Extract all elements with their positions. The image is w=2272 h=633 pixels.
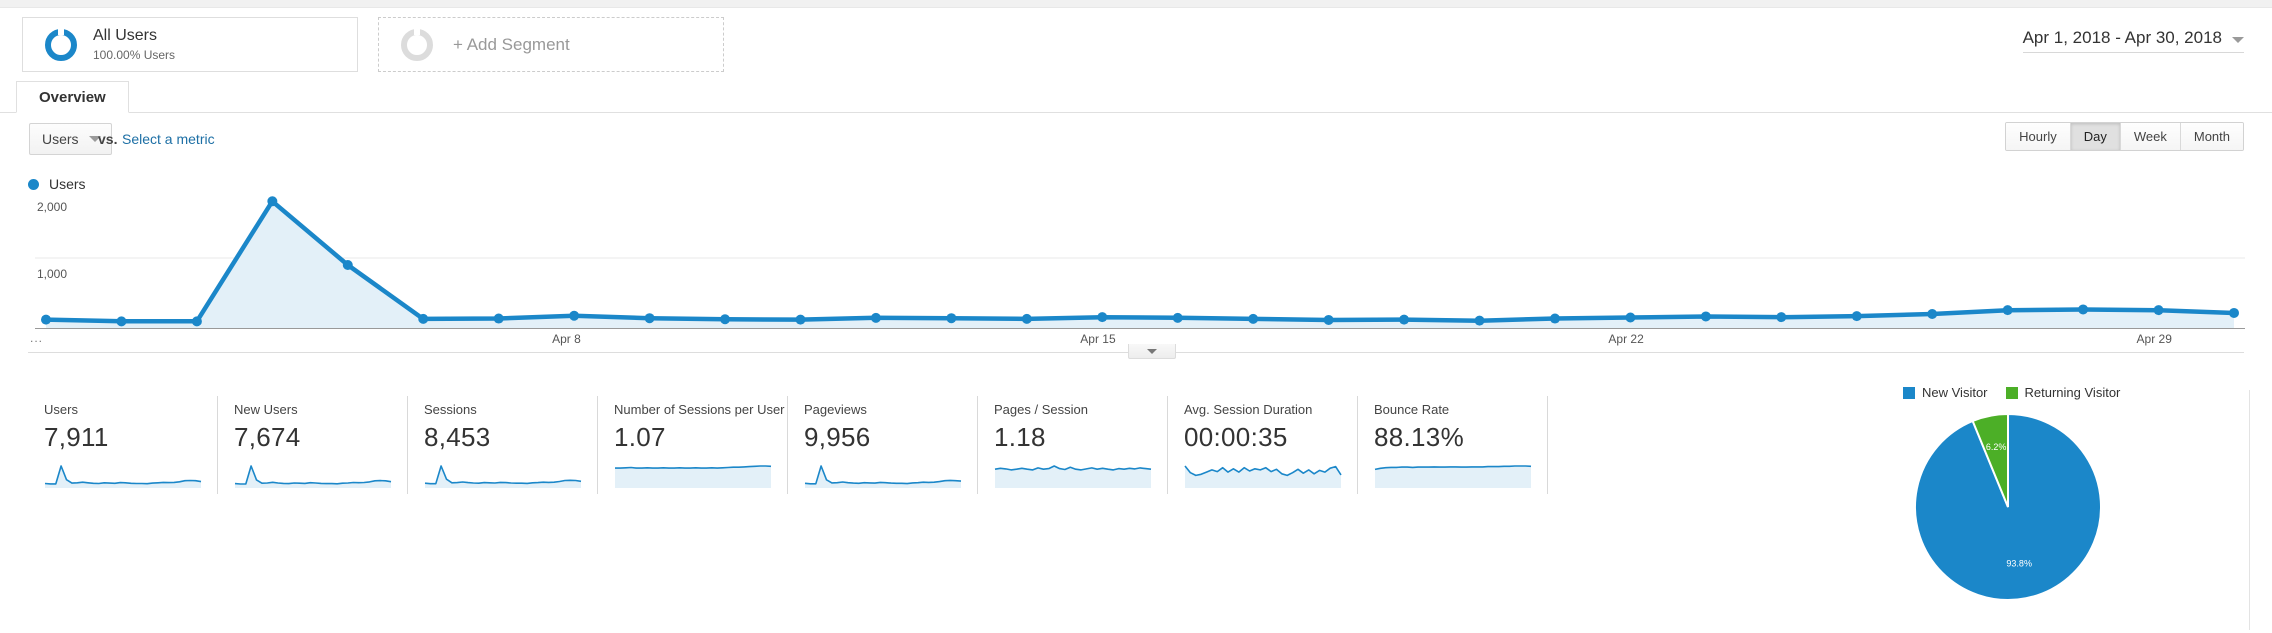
segment-bar: All Users 100.00% Users + Add Segment Ap…: [0, 8, 2272, 81]
granularity-month-label: Month: [2193, 129, 2230, 144]
metric-card-sparkline: [1184, 465, 1342, 488]
donut-icon: [45, 28, 77, 61]
users-timeseries-svg: [35, 196, 2245, 328]
x-axis-tick-apr15: Apr 15: [1080, 332, 1116, 346]
add-segment-button[interactable]: + Add Segment: [378, 17, 724, 72]
tab-bar: Overview: [0, 81, 2272, 113]
metric-card-label: Sessions: [424, 402, 477, 417]
chart-legend-label: Users: [49, 176, 86, 192]
segment-subtitle: 100.00% Users: [93, 48, 176, 63]
granularity-week[interactable]: Week: [2120, 123, 2181, 150]
donut-empty-icon: [401, 28, 433, 61]
metric-card-value: 88.13%: [1374, 422, 1464, 452]
pie-legend-swatch-new: [1903, 386, 1915, 399]
chevron-down-icon: [2232, 37, 2244, 43]
date-range-label: Apr 1, 2018 - Apr 30, 2018: [2022, 28, 2222, 47]
segment-title: All Users: [93, 26, 158, 44]
pie-slice-label: 6.2%: [1986, 442, 2007, 452]
metric-card[interactable]: Pages / Session 1.18: [978, 396, 1168, 494]
chart-legend: Users: [28, 176, 86, 192]
y-axis-tick-1000: 1,000: [37, 267, 68, 281]
chevron-down-icon: [1147, 348, 1157, 354]
pie-chart-legend: New Visitor Returning Visitor: [1903, 385, 2130, 400]
legend-color-dot: [28, 178, 39, 190]
x-axis-tick-apr29: Apr 29: [2136, 332, 2172, 346]
pie-legend-returning-visitor[interactable]: Returning Visitor: [2005, 385, 2121, 400]
primary-metric-label: Users: [42, 131, 79, 147]
x-axis-tick-apr8: Apr 8: [552, 332, 581, 346]
metric-card-value: 1.18: [994, 422, 1046, 452]
metric-card-label: Pages / Session: [994, 402, 1088, 417]
chart-axis-line: [35, 328, 2245, 329]
metric-card[interactable]: Pageviews 9,956: [788, 396, 978, 494]
metric-selector-row: Users vs. Select a metric Hourly Day Wee…: [0, 113, 2272, 155]
metric-card-sparkline: [44, 465, 202, 488]
metric-card-sparkline: [424, 465, 582, 488]
pie-legend-label-returning: Returning Visitor: [2024, 385, 2121, 400]
metric-card[interactable]: Sessions 8,453: [408, 396, 598, 494]
metric-card-sparkline: [1374, 465, 1532, 488]
pie-legend-swatch-returning: [2005, 386, 2018, 399]
users-over-time-chart[interactable]: 2,000 1,000 ... Apr 8 Apr 15 Apr 22 Apr …: [0, 196, 2272, 359]
metric-card-sparkline: [615, 465, 772, 488]
metric-card-label: Avg. Session Duration: [1184, 402, 1313, 417]
segment-all-users[interactable]: All Users 100.00% Users: [22, 17, 358, 72]
granularity-day[interactable]: Day: [2070, 123, 2121, 150]
metric-card-sparkline: [804, 465, 962, 488]
add-segment-label: + Add Segment: [453, 34, 570, 54]
granularity-week-label: Week: [2133, 129, 2167, 144]
metric-card[interactable]: New Users 7,674: [218, 396, 408, 494]
metric-card-label: Users: [44, 402, 78, 417]
top-strip: [0, 0, 2272, 8]
metric-card-value: 8,453: [424, 422, 491, 452]
tab-overview[interactable]: Overview: [16, 81, 129, 113]
granularity-day-label: Day: [2083, 129, 2107, 144]
metric-card-value: 7,674: [234, 422, 301, 452]
new-vs-returning-pie[interactable]: 93.8% 6.2%: [1913, 412, 2103, 602]
granularity-month[interactable]: Month: [2180, 123, 2243, 150]
x-axis-ellipsis: ...: [30, 331, 44, 345]
metric-card-value: 00:00:35: [1184, 422, 1288, 452]
metric-card-label: New Users: [234, 402, 298, 417]
y-axis-tick-2000: 2,000: [37, 200, 68, 214]
metric-card-label: Pageviews: [804, 402, 867, 417]
tab-overview-label: Overview: [39, 88, 106, 106]
metric-card[interactable]: Bounce Rate 88.13%: [1358, 396, 1548, 494]
pie-slice-label: 93.8%: [2006, 559, 2032, 569]
metric-cards-row: Users 7,911 New Users 7,674 Sessions 8,453 Num…: [28, 396, 1548, 494]
date-range-picker[interactable]: Apr 1, 2018 - Apr 30, 2018: [2022, 28, 2244, 53]
granularity-hourly-label: Hourly: [2019, 129, 2057, 144]
metric-card-label: Number of Sessions per User: [614, 402, 785, 417]
granularity-toggle-group: Hourly Day Week Month: [2005, 122, 2244, 151]
metric-card-label: Bounce Rate: [1374, 402, 1450, 417]
metric-card-sparkline: [234, 465, 392, 488]
granularity-hourly[interactable]: Hourly: [2006, 123, 2071, 150]
chart-collapse-toggle[interactable]: [1128, 344, 1176, 359]
pie-legend-new-visitor[interactable]: New Visitor: [1903, 385, 1988, 400]
metric-card[interactable]: Users 7,911: [28, 396, 218, 494]
vs-label: vs.: [98, 131, 118, 147]
pie-legend-label-new: New Visitor: [1922, 385, 1988, 400]
select-a-metric-link[interactable]: Select a metric: [122, 131, 215, 147]
x-axis-tick-apr22: Apr 22: [1608, 332, 1644, 346]
metric-card[interactable]: Number of Sessions per User 1.07: [598, 396, 788, 494]
metric-card-value: 7,911: [44, 422, 109, 452]
pie-svg: 93.8% 6.2%: [1914, 412, 2102, 601]
metric-card-value: 1.07: [614, 422, 666, 452]
metric-card-sparkline: [994, 465, 1152, 488]
metric-card[interactable]: Avg. Session Duration 00:00:35: [1168, 396, 1358, 494]
pie-panel-divider: [2249, 390, 2250, 630]
metric-card-value: 9,956: [804, 422, 871, 452]
